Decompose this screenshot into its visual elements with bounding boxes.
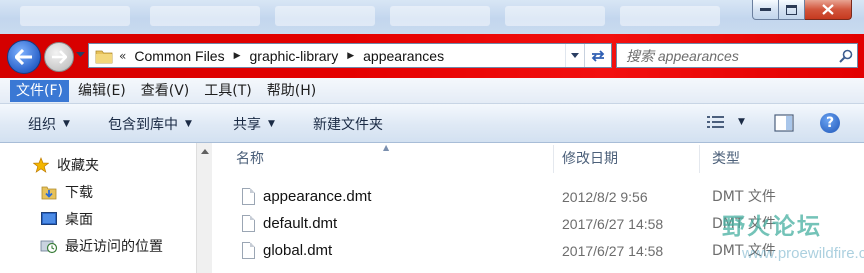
breadcrumb-separator-icon[interactable]: ▶ bbox=[347, 51, 354, 61]
watermark-url: www.proewildfire.cn bbox=[742, 245, 864, 262]
nav-recent-places[interactable]: 最近访问的位置 bbox=[40, 236, 163, 256]
back-arrow-icon bbox=[15, 49, 32, 65]
star-icon bbox=[32, 157, 50, 173]
maximize-icon bbox=[786, 4, 797, 15]
scroll-up-button[interactable] bbox=[197, 143, 212, 159]
minimize-button[interactable] bbox=[752, 0, 779, 20]
refresh-button[interactable] bbox=[584, 44, 611, 67]
share-button[interactable]: 共享 ▼ bbox=[233, 114, 275, 134]
close-icon bbox=[822, 4, 834, 15]
breadcrumb-separator-icon[interactable]: ▶ bbox=[234, 51, 241, 61]
menu-edit[interactable]: 编辑(E) bbox=[72, 80, 132, 102]
column-headers: 名称 ▲ 修改日期 类型 bbox=[212, 143, 864, 175]
nav-favorites-label: 收藏夹 bbox=[57, 158, 99, 174]
details-view-icon bbox=[707, 116, 724, 128]
back-button[interactable] bbox=[7, 40, 41, 74]
file-name: global.dmt bbox=[263, 242, 333, 259]
background-taskbar-item bbox=[620, 6, 720, 26]
menu-file[interactable]: 文件(F) bbox=[10, 79, 69, 102]
navigation-pane: 收藏夹 下载 桌面 最近访问的位置 bbox=[0, 143, 196, 273]
command-bar: 组织 ▼ 包含到库中 ▼ 共享 ▼ 新建文件夹 ▼ ? bbox=[0, 104, 864, 143]
chevron-down-icon: ▼ bbox=[268, 119, 275, 129]
recent-places-icon bbox=[40, 238, 58, 254]
file-icon bbox=[242, 188, 255, 205]
column-header-type[interactable]: 类型 bbox=[700, 143, 864, 175]
refresh-icon bbox=[591, 49, 605, 62]
watermark: 野火论坛 www.proewildfire.cn bbox=[712, 205, 864, 271]
nav-downloads[interactable]: 下载 bbox=[40, 182, 93, 202]
download-folder-icon bbox=[40, 184, 58, 200]
menu-bar: 文件(F) 编辑(E) 查看(V) 工具(T) 帮助(H) bbox=[0, 78, 864, 104]
background-taskbar-item bbox=[275, 6, 375, 26]
navigation-bar: « Common Files ▶ graphic-library ▶ appea… bbox=[0, 34, 864, 78]
chevron-down-icon: ▼ bbox=[63, 119, 70, 129]
breadcrumb-overflow[interactable]: « bbox=[119, 49, 126, 63]
maximize-button[interactable] bbox=[779, 0, 805, 20]
nav-desktop[interactable]: 桌面 bbox=[40, 209, 93, 229]
breadcrumb-common-files[interactable]: Common Files bbox=[134, 48, 224, 64]
address-history-dropdown[interactable] bbox=[565, 44, 584, 67]
nav-favorites[interactable]: 收藏夹 bbox=[32, 155, 99, 175]
file-modified: 2017/6/27 14:58 bbox=[562, 216, 664, 232]
search-box[interactable] bbox=[616, 43, 858, 68]
help-button[interactable]: ? bbox=[820, 113, 840, 133]
chevron-down-icon: ▼ bbox=[185, 119, 192, 129]
minimize-icon bbox=[760, 7, 771, 11]
file-modified: 2012/8/2 9:56 bbox=[562, 189, 648, 205]
address-bar[interactable]: « Common Files ▶ graphic-library ▶ appea… bbox=[88, 43, 612, 68]
nav-downloads-label: 下载 bbox=[65, 185, 93, 201]
chevron-up-icon bbox=[200, 148, 209, 154]
preview-pane-button[interactable] bbox=[774, 114, 794, 136]
column-header-modified[interactable]: 修改日期 bbox=[550, 143, 698, 175]
chevron-down-icon bbox=[75, 52, 85, 57]
background-taskbar-item bbox=[505, 6, 605, 26]
background-taskbar-item bbox=[150, 6, 260, 26]
navigation-pane-scrollbar[interactable] bbox=[196, 143, 212, 273]
organize-label: 组织 bbox=[28, 117, 56, 133]
chevron-down-icon: ▼ bbox=[738, 117, 745, 127]
organize-button[interactable]: 组织 ▼ bbox=[28, 114, 70, 134]
nav-recent-places-label: 最近访问的位置 bbox=[65, 239, 163, 255]
background-taskbar-item bbox=[20, 6, 130, 26]
share-label: 共享 bbox=[233, 117, 261, 133]
file-name: default.dmt bbox=[263, 215, 338, 232]
menu-view[interactable]: 查看(V) bbox=[135, 80, 196, 102]
title-bar bbox=[0, 0, 864, 34]
window-controls bbox=[752, 0, 852, 22]
watermark-title: 野火论坛 bbox=[722, 214, 822, 240]
file-icon bbox=[242, 215, 255, 232]
breadcrumb-graphic-library[interactable]: graphic-library bbox=[250, 48, 339, 64]
file-name: appearance.dmt bbox=[263, 188, 372, 205]
search-input[interactable] bbox=[617, 44, 835, 67]
folder-icon bbox=[95, 50, 113, 63]
preview-pane-icon bbox=[774, 114, 794, 132]
chevron-down-icon bbox=[571, 53, 579, 58]
forward-button[interactable] bbox=[44, 42, 74, 72]
breadcrumb-appearances[interactable]: appearances bbox=[363, 48, 444, 64]
file-icon bbox=[242, 242, 255, 259]
forward-arrow-icon bbox=[52, 50, 67, 64]
close-button[interactable] bbox=[805, 0, 852, 20]
include-in-library-button[interactable]: 包含到库中 ▼ bbox=[108, 114, 192, 134]
new-folder-label: 新建文件夹 bbox=[313, 117, 383, 133]
recent-pages-dropdown[interactable] bbox=[74, 48, 86, 62]
include-in-library-label: 包含到库中 bbox=[108, 117, 178, 133]
menu-help[interactable]: 帮助(H) bbox=[261, 80, 322, 102]
menu-tools[interactable]: 工具(T) bbox=[198, 80, 257, 102]
desktop-icon bbox=[40, 211, 58, 227]
nav-desktop-label: 桌面 bbox=[65, 212, 93, 228]
change-view-button[interactable]: ▼ bbox=[706, 114, 745, 130]
sort-ascending-icon: ▲ bbox=[383, 143, 390, 152]
new-folder-button[interactable]: 新建文件夹 bbox=[313, 114, 383, 134]
file-modified: 2017/6/27 14:58 bbox=[562, 243, 664, 259]
search-icon[interactable] bbox=[835, 49, 857, 63]
background-taskbar-item bbox=[390, 6, 490, 26]
